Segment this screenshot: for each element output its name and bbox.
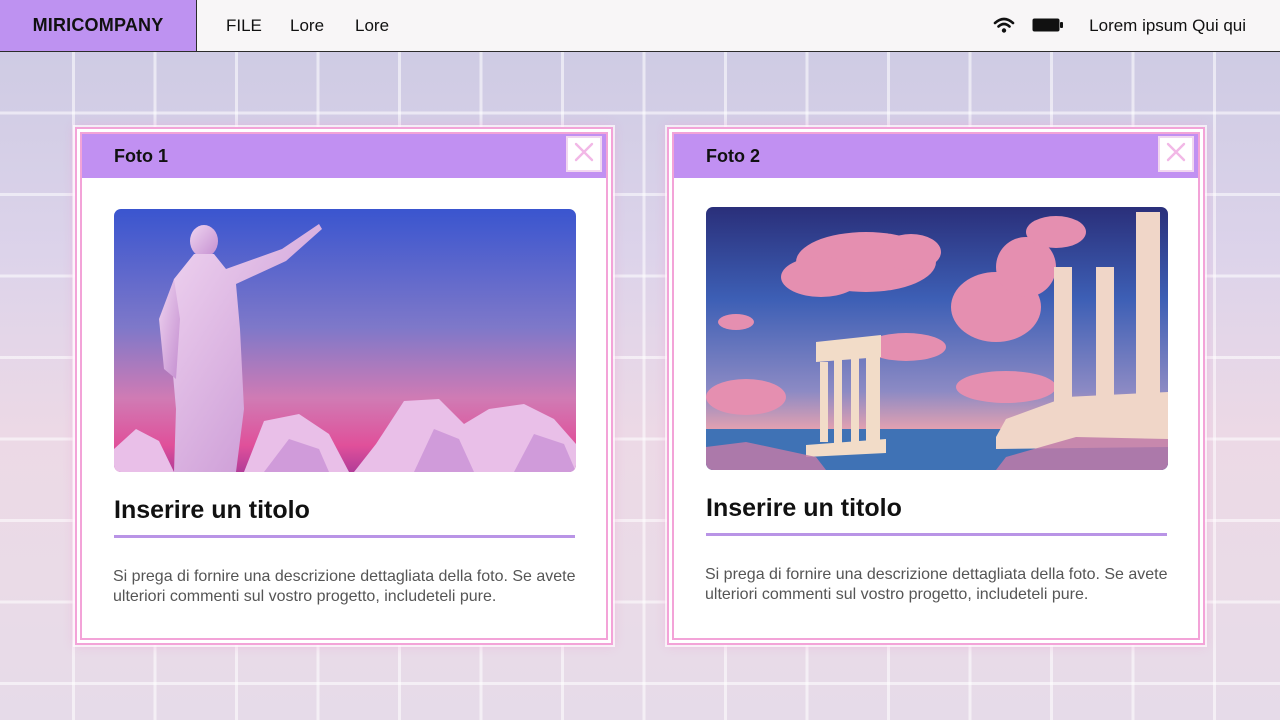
title-divider bbox=[706, 533, 1167, 536]
close-button[interactable] bbox=[1158, 136, 1194, 172]
card-description: Si prega di fornire una descrizione dett… bbox=[705, 566, 1168, 603]
title-divider bbox=[114, 535, 575, 538]
close-button[interactable] bbox=[566, 136, 602, 172]
menu-item-lore-1[interactable]: Lore bbox=[290, 0, 324, 51]
photo-image bbox=[706, 207, 1168, 470]
card-description: Si prega di fornire una descrizione dett… bbox=[113, 568, 576, 605]
window-body: Foto 2 Inserire un titolo Si prega di fo… bbox=[672, 132, 1200, 640]
status-text: Lorem ipsum Qui qui bbox=[1089, 15, 1246, 35]
card-title: Inserire un titolo bbox=[114, 496, 310, 524]
window-titlebar[interactable]: Foto 1 bbox=[82, 134, 606, 178]
battery-icon[interactable] bbox=[1032, 18, 1064, 37]
window-titlebar[interactable]: Foto 2 bbox=[674, 134, 1198, 178]
card-title: Inserire un titolo bbox=[706, 494, 902, 522]
window-title: Foto 1 bbox=[114, 145, 168, 166]
window-title: Foto 2 bbox=[706, 145, 760, 166]
menu-bar: MIRICOMPANY FILE Lore Lore Lorem ipsum Q… bbox=[0, 0, 1280, 52]
wifi-icon[interactable] bbox=[993, 16, 1015, 39]
close-icon bbox=[1165, 141, 1187, 168]
menu-item-file[interactable]: FILE bbox=[226, 0, 262, 51]
close-icon bbox=[573, 141, 595, 168]
photo-window-2: Foto 2 Inserire un titolo Si prega di fo… bbox=[667, 127, 1205, 645]
menu-item-lore-2[interactable]: Lore bbox=[355, 0, 389, 51]
brand-logo[interactable]: MIRICOMPANY bbox=[0, 0, 197, 51]
photo-image bbox=[114, 209, 576, 472]
window-body: Foto 1 Inserire un titolo Si prega di fo… bbox=[80, 132, 608, 640]
photo-window-1: Foto 1 Inserire un titolo Si prega di fo… bbox=[75, 127, 613, 645]
